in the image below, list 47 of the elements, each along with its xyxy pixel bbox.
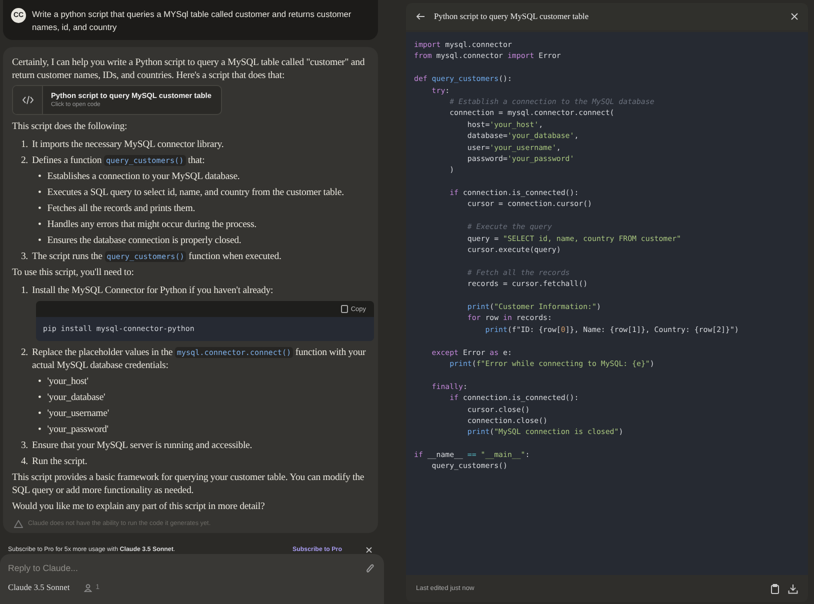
back-arrow-icon[interactable] <box>416 13 425 20</box>
bullet-marker: • <box>38 422 42 436</box>
bullet-marker: • <box>38 390 42 404</box>
response-paragraph: Would you like me to explain any part of this script in more detail? <box>12 500 266 513</box>
list-item-text: It imports the necessary MySQL connector library. <box>32 138 224 150</box>
copy-icon <box>340 305 348 313</box>
bullet-marker: • <box>38 374 42 388</box>
download-icon[interactable] <box>788 584 798 594</box>
response-paragraph: This script provides a basic framework for querying your customer table. You can modify the SQL query or add more functionality as needed. <box>12 471 366 497</box>
list-number: 1. <box>20 138 28 150</box>
list-item-text: Run the script. <box>32 454 88 468</box>
list-number: 4. <box>20 454 28 468</box>
bullet-item-text: 'your_host' <box>47 374 88 388</box>
bullet-item-text: Establishes a connection to your MySQL database. <box>47 170 240 182</box>
list-item-text: Install the MySQL Connector for Python if you haven't already: <box>32 284 274 296</box>
list-number: 3. <box>20 250 28 262</box>
list-number: 2. <box>20 346 28 360</box>
bullet-item-text: Handles any errors that might occur during the process. <box>47 218 256 230</box>
bullet-item-text: Executes a SQL query to select id, name, and country from the customer table. <box>47 186 344 198</box>
bullet-marker: • <box>38 406 42 420</box>
close-icon[interactable] <box>366 546 372 552</box>
list-item-text: Ensure that your MySQL server is running and accessible. <box>32 438 252 452</box>
bullet-item-text: 'your_database' <box>47 390 106 404</box>
response-paragraph: This script does the following: <box>12 120 128 133</box>
list-number: 2. <box>20 154 28 166</box>
bullet-marker: • <box>38 218 42 230</box>
list-number: 3. <box>20 438 28 452</box>
list-number: 1. <box>20 284 28 296</box>
bullet-marker: • <box>38 234 42 246</box>
code-icon <box>22 95 34 105</box>
close-icon[interactable] <box>791 13 798 20</box>
paperclip-icon[interactable] <box>366 562 374 574</box>
model-selector[interactable]: Claude 3.5 Sonnet <box>8 583 70 592</box>
person-icon <box>84 584 92 592</box>
bullet-marker: • <box>38 170 42 182</box>
bullet-item-text: 'your_password' <box>47 422 108 436</box>
panel-title: Python script to query MySQL customer table <box>434 12 590 21</box>
clipboard-icon[interactable] <box>771 584 779 594</box>
bullet-marker: • <box>38 186 42 198</box>
bullet-item-text: 'your_username' <box>47 406 109 420</box>
warning-icon <box>14 520 23 528</box>
user-message-text: Write a python script that queries a MYSql table called customer and returns customer names, id, and country <box>32 8 352 34</box>
response-paragraph: To use this script, you'll need to: <box>12 266 135 279</box>
bullet-marker: • <box>38 202 42 214</box>
bullet-item-text: Fetches all the records and prints them. <box>47 202 195 214</box>
bullet-item-text: Ensures the database connection is properly closed. <box>47 234 242 246</box>
response-paragraph: Certainly, I can help you write a Python script to query a MySQL table called "customer" and return customer names, IDs, and countries. Here's a script that does that: <box>12 56 366 82</box>
